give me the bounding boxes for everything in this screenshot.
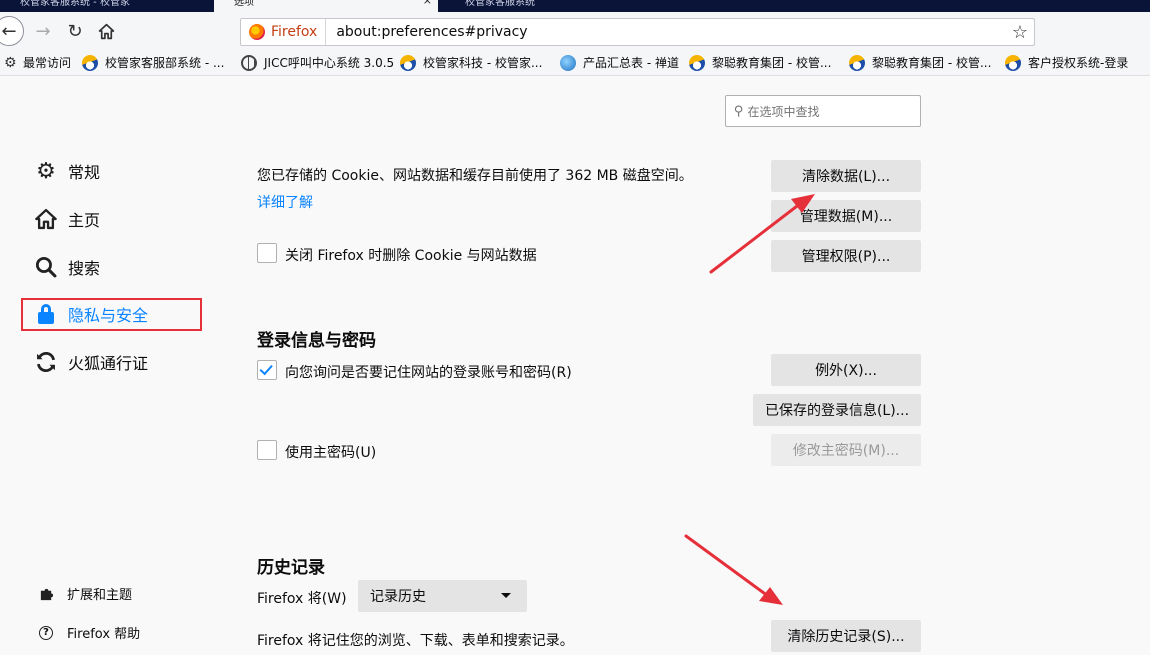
xgj-swirl-icon xyxy=(82,55,98,71)
back-button[interactable]: ← xyxy=(0,16,24,46)
history-mode-value: 记录历史 xyxy=(370,589,426,605)
ask-save-logins-checkbox[interactable] xyxy=(257,360,277,380)
history-heading: 历史记录 xyxy=(257,558,325,578)
reload-icon: ↻ xyxy=(67,20,83,42)
sidebar-help-link[interactable]: ? Firefox 帮助 xyxy=(38,623,140,642)
bookmark-label: 黎聪教育集团 - 校管... xyxy=(712,56,832,70)
url-text[interactable]: about:preferences#privacy xyxy=(326,24,527,40)
sidebar-item-sync[interactable]: 火狐通行证 xyxy=(34,347,148,377)
xgj-swirl-icon xyxy=(689,55,705,71)
annotation-arrows xyxy=(684,194,815,605)
exceptions-button[interactable]: 例外(X)... xyxy=(771,354,921,386)
sidebar-footer-label: Firefox 帮助 xyxy=(67,627,141,642)
manage-permissions-button[interactable]: 管理权限(P)... xyxy=(771,240,921,272)
bookmark-label: 校管家科技 - 校管家... xyxy=(423,56,543,70)
search-icon xyxy=(34,255,58,279)
arrow-right-icon: → xyxy=(35,20,51,42)
sidebar-item-label: 搜索 xyxy=(68,259,101,278)
delete-on-close-checkbox[interactable] xyxy=(257,243,277,263)
bookmark-label: 校管家客服部系统 - ... xyxy=(105,56,225,70)
bookmark-label: JICC呼叫中心系统 3.0.5 xyxy=(264,56,395,70)
sidebar-addons-link[interactable]: 扩展和主题 xyxy=(38,584,132,603)
firefox-logo-icon xyxy=(249,24,265,40)
help-icon: ? xyxy=(38,625,54,641)
xgj-swirl-icon xyxy=(849,55,865,71)
gear-icon: ⚙ xyxy=(4,55,17,71)
sidebar-item-label: 主页 xyxy=(68,211,101,230)
change-master-password-button[interactable]: 修改主密码(M)... xyxy=(771,434,921,466)
tab-label: 校管家客服系统 - 校管家 xyxy=(20,0,130,8)
chevron-down-icon xyxy=(501,593,511,598)
preferences-search-input[interactable]: ⚲ 在选项中查找 xyxy=(725,95,921,127)
identity-box[interactable]: Firefox xyxy=(241,19,327,45)
tab-item-active[interactable]: 选项 × xyxy=(214,0,438,12)
tab-strip: 校管家客服系统 - 校管家 选项 × 校管家客服系统 xyxy=(0,0,1150,12)
chandao-icon xyxy=(560,55,576,71)
annotation-highlight-box xyxy=(21,298,202,331)
bookmark-item[interactable]: 客户授权系统-登录 xyxy=(1005,54,1128,72)
forward-button[interactable]: → xyxy=(30,18,56,44)
tab-label: 选项 xyxy=(234,0,254,8)
bookmark-item[interactable]: ⚙ 最常访问 xyxy=(4,54,71,72)
ask-save-logins-label: 向您询问是否要记住网站的登录账号和密码(R) xyxy=(285,365,572,381)
bookmark-label: 产品汇总表 - 禅道 xyxy=(583,56,679,70)
bookmarks-toolbar: ⚙ 最常访问 校管家客服部系统 - ... JICC呼叫中心系统 3.0.5 校… xyxy=(0,50,1150,76)
tab-label: 校管家客服系统 xyxy=(465,0,535,8)
puzzle-icon xyxy=(38,586,54,602)
cookie-usage-text: 您已存储的 Cookie、网站数据和缓存目前使用了 362 MB 磁盘空间。 xyxy=(257,168,693,184)
home-icon xyxy=(34,207,58,231)
bookmark-item[interactable]: JICC呼叫中心系统 3.0.5 xyxy=(241,54,394,72)
bookmark-item[interactable]: 黎聪教育集团 - 校管... xyxy=(689,54,831,72)
bookmark-item[interactable]: 校管家科技 - 校管家... xyxy=(400,54,542,72)
sidebar-item-label: 火狐通行证 xyxy=(68,354,149,373)
home-icon xyxy=(98,23,114,39)
bookmark-star-icon[interactable]: ☆ xyxy=(1012,22,1028,43)
master-password-checkbox[interactable] xyxy=(257,440,277,460)
sidebar-item-search[interactable]: 搜索 xyxy=(34,252,100,282)
gear-icon: ⚙ xyxy=(36,158,56,184)
close-icon[interactable]: × xyxy=(423,0,432,6)
clear-data-button[interactable]: 清除数据(L)... xyxy=(771,160,921,192)
search-icon: ⚲ xyxy=(734,103,744,119)
bookmark-label: 黎聪教育集团 - 校管... xyxy=(872,56,992,70)
bookmark-item[interactable]: 产品汇总表 - 禅道 xyxy=(560,54,679,72)
sidebar-item-home[interactable]: 主页 xyxy=(34,204,100,234)
home-button[interactable] xyxy=(93,18,119,44)
clear-history-button[interactable]: 清除历史记录(S)... xyxy=(771,620,921,652)
globe-icon xyxy=(241,55,257,71)
search-placeholder: 在选项中查找 xyxy=(747,104,820,119)
bookmark-item[interactable]: 黎聪教育集团 - 校管... xyxy=(849,54,991,72)
navigation-toolbar: ← → ↻ Firefox about:preferences#privacy … xyxy=(0,12,1150,50)
xgj-swirl-icon xyxy=(400,55,416,71)
master-password-label: 使用主密码(U) xyxy=(285,445,377,461)
bookmark-item[interactable]: 校管家客服部系统 - ... xyxy=(82,54,224,72)
sidebar-item-general[interactable]: ⚙ 常规 xyxy=(34,156,100,186)
manage-data-button[interactable]: 管理数据(M)... xyxy=(771,200,921,232)
bookmark-label: 客户授权系统-登录 xyxy=(1028,56,1129,70)
sidebar-item-label: 常规 xyxy=(68,163,101,182)
arrow-left-icon: ← xyxy=(1,20,17,42)
delete-on-close-label: 关闭 Firefox 时删除 Cookie 与网站数据 xyxy=(285,248,537,264)
identity-label: Firefox xyxy=(271,24,318,40)
logins-heading: 登录信息与密码 xyxy=(257,331,376,351)
bookmark-label: 最常访问 xyxy=(23,56,72,70)
annotation-arrow-2 xyxy=(684,534,783,605)
xgj-swirl-icon xyxy=(1005,55,1021,71)
history-mode-select[interactable]: 记录历史 xyxy=(358,580,527,612)
history-mode-label: Firefox 将(W) xyxy=(257,591,347,607)
tab-item[interactable]: 校管家客服系统 - 校管家 xyxy=(0,0,200,12)
tab-item[interactable]: 校管家客服系统 xyxy=(445,0,660,12)
url-bar[interactable]: Firefox about:preferences#privacy ☆ xyxy=(240,18,1035,46)
preferences-content: ⚲ 在选项中查找 ⚙ 常规 主页 搜索 隐私与安全 火狐通行证 扩展和主题 ? … xyxy=(0,77,1150,655)
sidebar-footer-label: 扩展和主题 xyxy=(67,588,133,603)
learn-more-link[interactable]: 详细了解 xyxy=(257,192,313,212)
saved-logins-button[interactable]: 已保存的登录信息(L)... xyxy=(753,394,921,426)
sync-icon xyxy=(34,350,58,374)
reload-button[interactable]: ↻ xyxy=(62,18,88,44)
history-description: Firefox 将记住您的浏览、下载、表单和搜索记录。 xyxy=(257,633,574,649)
